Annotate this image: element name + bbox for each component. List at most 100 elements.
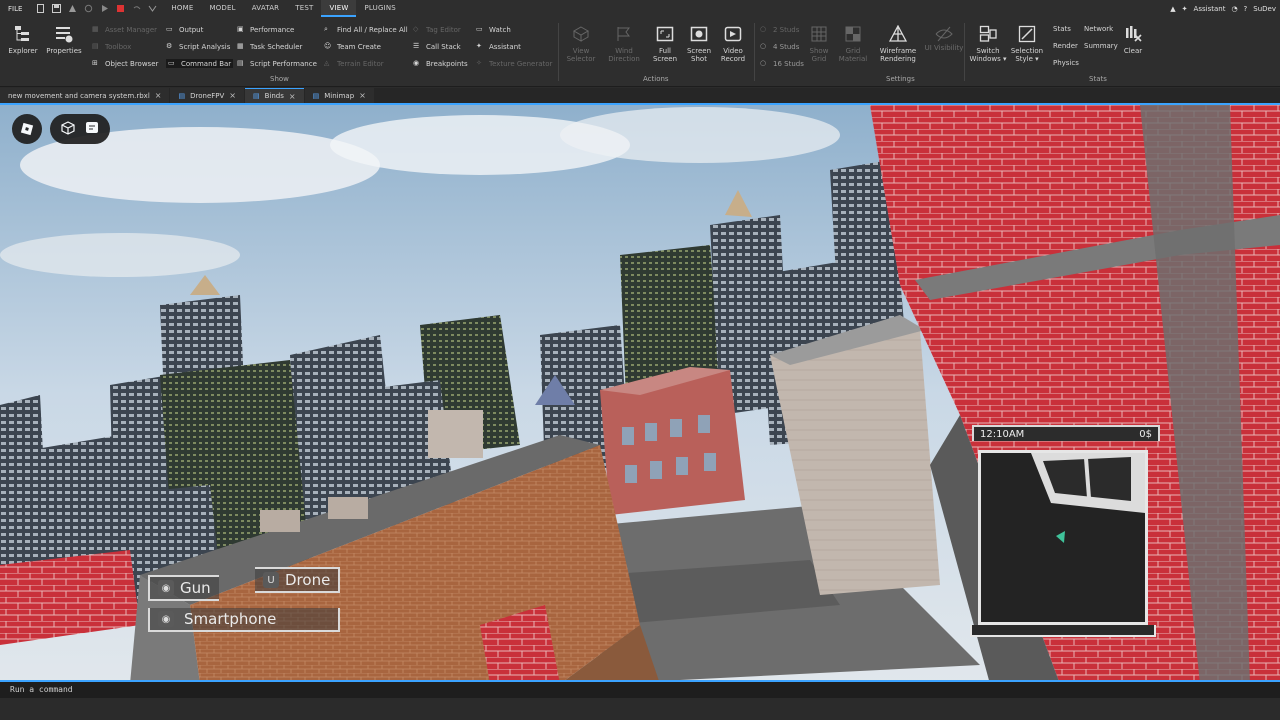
- toolbox-icon: ▤: [92, 42, 99, 50]
- file-menu[interactable]: FILE: [0, 5, 30, 13]
- call-stack-button[interactable]: ☰ Call Stack: [413, 42, 461, 51]
- breakpoints-button[interactable]: ◉ Breakpoints: [413, 59, 468, 68]
- chat-icon[interactable]: [85, 120, 99, 139]
- doc-tab-minimap[interactable]: ▤ Minimap ×: [304, 88, 374, 103]
- tab-model[interactable]: MODEL: [201, 0, 243, 17]
- show-grid-button[interactable]: Show Grid: [804, 25, 834, 63]
- close-icon[interactable]: ×: [229, 91, 236, 100]
- summary-button[interactable]: Summary: [1084, 42, 1118, 50]
- properties-icon: [56, 27, 73, 43]
- doc-tab-label: DroneFPV: [190, 91, 225, 100]
- assistant-ribbon-button[interactable]: ✦ Assistant: [476, 42, 521, 51]
- studs-2-option[interactable]: ○ 2 Studs: [760, 25, 799, 34]
- doc-tab-label: Minimap: [324, 91, 355, 100]
- tag-editor-icon: ◇: [413, 25, 419, 33]
- doc-tab-place[interactable]: new movement and camera system.rbxl ×: [0, 88, 170, 103]
- redo-icon[interactable]: [148, 4, 157, 13]
- show-grid-label-1: Show: [809, 47, 829, 55]
- hotbar-slot-drone[interactable]: U Drone: [255, 567, 341, 593]
- camera-icon: [690, 26, 708, 42]
- roblox-logo-icon: [20, 122, 34, 136]
- wind-direction-label-1: Wind: [615, 47, 633, 55]
- object-browser-button[interactable]: ⊞ Object Browser: [92, 59, 158, 68]
- doc-tab-dronefpv[interactable]: ▤ DroneFPV ×: [170, 88, 244, 103]
- money-text: 0$: [1139, 428, 1152, 440]
- ui-visibility-button[interactable]: UI Visibility: [922, 25, 966, 52]
- help-icon[interactable]: ?: [1244, 5, 1248, 13]
- assistant-icon[interactable]: ✦: [1182, 5, 1188, 13]
- doc-tab-binds[interactable]: ▤ Binds ×: [245, 88, 304, 103]
- texture-generator-button[interactable]: ✧ Texture Generator: [476, 59, 552, 68]
- selection-style-button[interactable]: Selection Style ▾: [1008, 25, 1046, 63]
- new-file-icon[interactable]: [36, 4, 45, 13]
- explorer-button[interactable]: Explorer: [6, 25, 40, 55]
- backpack-cube-icon[interactable]: [61, 120, 75, 139]
- tab-view[interactable]: VIEW: [321, 0, 357, 17]
- tab-plugins[interactable]: PLUGINS: [356, 0, 403, 17]
- script-performance-button[interactable]: ▤ Script Performance: [237, 59, 317, 68]
- grid-material-button[interactable]: Grid Material: [836, 25, 870, 63]
- share-icon[interactable]: ◔: [1231, 5, 1237, 13]
- save-icon[interactable]: [52, 4, 62, 13]
- switch-windows-button[interactable]: Switch Windows ▾: [968, 25, 1008, 63]
- wind-direction-label-2: Direction: [608, 55, 640, 63]
- screenshot-button[interactable]: Screen Shot: [684, 25, 714, 63]
- asset-manager-button[interactable]: ▦ Asset Manager: [92, 25, 157, 34]
- script-analysis-label: Script Analysis: [179, 42, 231, 51]
- assistant-button[interactable]: Assistant: [1194, 5, 1226, 13]
- wireframe-rendering-button[interactable]: Wireframe Rendering: [876, 25, 920, 63]
- game-viewport[interactable]: ◉ Gun U Drone ◉ Smartphone 12:10AM 0$: [0, 103, 1280, 682]
- tab-home[interactable]: HOME: [163, 0, 201, 17]
- watch-button[interactable]: ▭ Watch: [476, 25, 511, 34]
- tag-editor-button[interactable]: ◇ Tag Editor: [413, 25, 461, 34]
- output-button[interactable]: ▭ Output: [166, 25, 203, 34]
- watch-icon: ▭: [476, 25, 483, 33]
- close-icon[interactable]: ×: [359, 91, 366, 100]
- command-bar-input[interactable]: Run a command: [0, 682, 1280, 698]
- studs-4-option[interactable]: ○ 4 Studs: [760, 42, 799, 51]
- tab-avatar[interactable]: AVATAR: [244, 0, 288, 17]
- roblox-menu-button[interactable]: [12, 114, 42, 144]
- find-icon: ⌕: [324, 25, 328, 33]
- clear-icon: [1126, 26, 1142, 42]
- find-replace-all-button[interactable]: ⌕ Find All / Replace All: [324, 25, 408, 34]
- stop-icon[interactable]: [116, 4, 125, 13]
- close-icon[interactable]: ×: [289, 92, 296, 101]
- ribbon: Explorer Properties ▦ Asset Manager ▤ Tool…: [0, 17, 1280, 87]
- user-name[interactable]: SuDev: [1253, 5, 1276, 13]
- script-analysis-button[interactable]: ⚙ Script Analysis: [166, 42, 230, 51]
- keycap-icon: ◉: [158, 611, 174, 627]
- command-bar-button[interactable]: ▭ Command Bar: [166, 59, 234, 68]
- render-button[interactable]: Render: [1053, 42, 1078, 50]
- physics-button[interactable]: Physics: [1053, 59, 1079, 67]
- performance-button[interactable]: ▣ Performance: [237, 25, 294, 34]
- terrain-editor-button[interactable]: ◬ Terrain Editor: [324, 59, 384, 68]
- full-screen-button[interactable]: Full Screen: [650, 25, 680, 63]
- hotbar-slot-smartphone[interactable]: ◉ Smartphone: [148, 608, 340, 632]
- view-selector-button[interactable]: View Selector: [564, 25, 598, 63]
- close-icon[interactable]: ×: [155, 91, 162, 100]
- network-button[interactable]: Network: [1084, 25, 1113, 33]
- play-icon[interactable]: [100, 4, 109, 13]
- task-scheduler-button[interactable]: ▦ Task Scheduler: [237, 42, 302, 51]
- clear-button[interactable]: Clear: [1120, 25, 1146, 55]
- studs-16-option[interactable]: ○ 16 Studs: [760, 59, 804, 68]
- undo-icon[interactable]: [132, 4, 141, 13]
- output-label: Output: [179, 25, 204, 34]
- toolbox-button[interactable]: ▤ Toolbox: [92, 42, 131, 51]
- minimap-render: [981, 453, 1145, 622]
- properties-button[interactable]: Properties: [44, 25, 84, 55]
- video-record-button[interactable]: Video Record: [716, 25, 750, 63]
- team-create-button[interactable]: ☺ Team Create: [324, 42, 381, 51]
- collapse-icon[interactable]: ▲: [1170, 5, 1175, 13]
- tab-test[interactable]: TEST: [287, 0, 321, 17]
- publish-icon[interactable]: [68, 4, 77, 13]
- stats-group-label: Stats: [1089, 75, 1107, 83]
- stats-button[interactable]: Stats: [1053, 25, 1071, 33]
- task-scheduler-label: Task Scheduler: [250, 42, 303, 51]
- hotbar-slot-gun[interactable]: ◉ Gun: [148, 575, 219, 601]
- refresh-icon[interactable]: [84, 4, 93, 13]
- minimap-header: 12:10AM 0$: [972, 425, 1160, 441]
- properties-label: Properties: [46, 47, 82, 55]
- wind-direction-button[interactable]: Wind Direction: [604, 25, 644, 63]
